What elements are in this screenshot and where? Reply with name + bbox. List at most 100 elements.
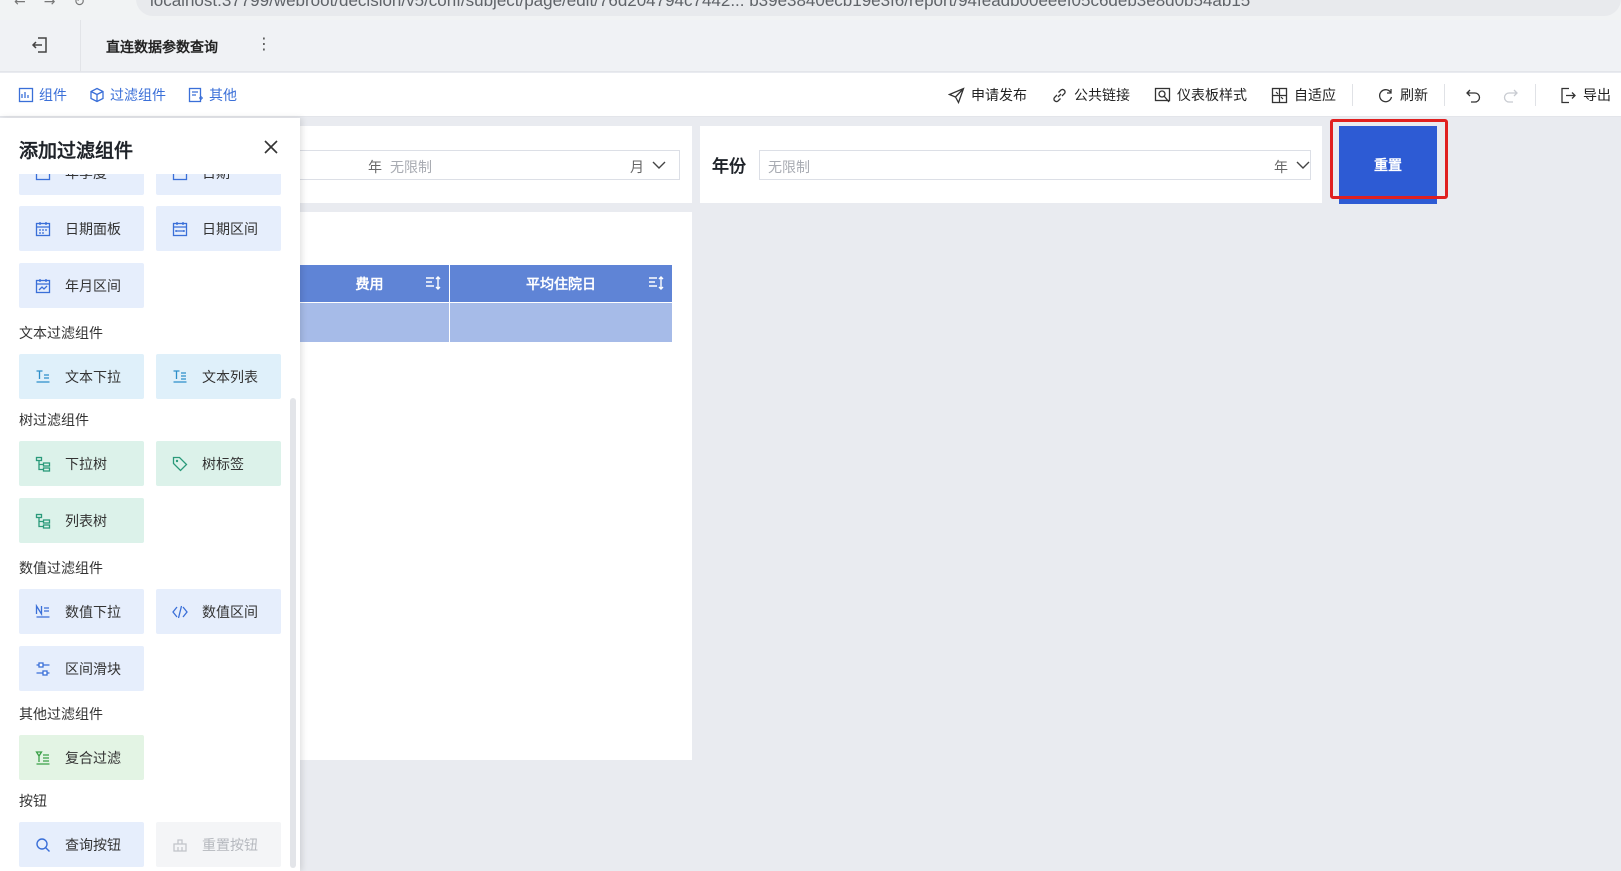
refresh-button[interactable]: 刷新: [1377, 85, 1428, 105]
dashboard-style-label: 仪表板样式: [1177, 88, 1247, 104]
refresh-label: 刷新: [1400, 88, 1428, 104]
year-input[interactable]: 无限制 年: [759, 150, 1311, 180]
close-icon[interactable]: [262, 138, 280, 156]
other-icon: [188, 87, 204, 103]
column-label: 平均住院日: [526, 276, 596, 293]
adaptive-button[interactable]: 自适应: [1271, 85, 1336, 105]
dashboard-style-icon: [1154, 87, 1171, 104]
chip-label: 列表树: [65, 513, 107, 530]
calendar-grid-icon: [35, 221, 51, 237]
chip-label: 文本列表: [202, 369, 258, 386]
text-list-icon: [172, 369, 188, 385]
toolbar-widget-button[interactable]: 组件: [18, 85, 67, 105]
publish-button[interactable]: 申请发布: [948, 85, 1027, 105]
tree-icon: [35, 513, 51, 529]
public-link-label: 公共链接: [1074, 88, 1130, 104]
composite-filter-icon: [35, 750, 51, 766]
exit-icon[interactable]: [30, 35, 50, 55]
sort-icon[interactable]: [425, 276, 441, 290]
page-title: 直连数据参数查询: [106, 40, 218, 56]
undo-icon: [1465, 87, 1482, 104]
year-filter-widget[interactable]: 年份 无限制 年: [700, 126, 1322, 203]
placeholder: 无限制: [390, 160, 432, 176]
section-buttons: 按钮: [19, 794, 47, 810]
chip-range-slider[interactable]: 区间滑块: [19, 646, 144, 691]
browser-url-strip: ←→↻ localhost:37799/webroot/decision/v5/…: [0, 0, 1621, 20]
calendar-icon: [35, 174, 51, 181]
chip-year-month-range[interactable]: 年月区间: [19, 263, 144, 308]
calendar-range-icon: [172, 221, 188, 237]
filter-label: 年份: [712, 157, 746, 177]
toolbar-divider: [1444, 84, 1445, 106]
section-other-filter: 其他过滤组件: [19, 707, 103, 723]
eraser-icon: [172, 837, 188, 853]
export-button[interactable]: 导出: [1560, 85, 1611, 105]
chip-label: 区间滑块: [65, 661, 121, 678]
chip-text-dropdown[interactable]: 文本下拉: [19, 354, 144, 399]
toolbar-other-button[interactable]: 其他: [188, 85, 237, 105]
year-month-input[interactable]: 年 无限制 月: [290, 150, 680, 180]
redo-icon: [1502, 87, 1519, 104]
chip-text-list[interactable]: 文本列表: [156, 354, 281, 399]
tag-icon: [172, 456, 188, 472]
link-icon: [1051, 87, 1068, 104]
toolbar-filter-button[interactable]: 过滤组件: [89, 85, 166, 105]
column-header-cost[interactable]: 费用: [290, 265, 450, 302]
toolbar-divider: [1352, 84, 1353, 106]
undo-button[interactable]: [1465, 87, 1482, 104]
placeholder: 无限制: [768, 160, 810, 176]
chip-date-panel[interactable]: 日期面板: [19, 206, 144, 251]
more-menu-icon[interactable]: ⋮: [256, 34, 272, 53]
toolbar-other-label: 其他: [209, 88, 237, 104]
highlight-box: [1330, 119, 1448, 199]
chip-dropdown-tree[interactable]: 下拉树: [19, 441, 144, 486]
chip-label: 年月区间: [65, 278, 121, 295]
adaptive-label: 自适应: [1294, 88, 1336, 104]
chip-tree-tag[interactable]: 树标签: [156, 441, 281, 486]
publish-label: 申请发布: [971, 88, 1027, 104]
section-tree-filter: 树过滤组件: [19, 413, 89, 429]
chip-year-quarter[interactable]: 年季度: [19, 174, 144, 195]
browser-nav-icons[interactable]: ←→↻: [14, 0, 103, 10]
chip-reset-button[interactable]: 重置按钮: [156, 822, 281, 867]
chip-label: 数值下拉: [65, 604, 121, 621]
chip-label: 日期: [202, 174, 230, 183]
section-number-filter: 数值过滤组件: [19, 561, 103, 577]
chip-label: 年季度: [65, 174, 107, 183]
unit-month: 月: [630, 160, 644, 176]
calendar-chart-icon: [35, 278, 51, 294]
chip-date[interactable]: 日期: [156, 174, 281, 195]
column-header-avg-stay[interactable]: 平均住院日: [450, 265, 672, 302]
chip-label: 数值区间: [202, 604, 258, 621]
sort-icon[interactable]: [648, 276, 664, 290]
table-row[interactable]: [290, 303, 672, 342]
calendar-icon: [172, 174, 188, 181]
chevron-down-icon[interactable]: [652, 160, 666, 170]
chip-date-range[interactable]: 日期区间: [156, 206, 281, 251]
table-widget[interactable]: 费用 平均住院日: [290, 212, 692, 760]
redo-button[interactable]: [1502, 87, 1519, 104]
dashboard-style-button[interactable]: 仪表板样式: [1154, 85, 1247, 105]
year-month-filter-widget[interactable]: 年 无限制 月: [290, 126, 692, 203]
code-icon: [172, 604, 188, 620]
add-filter-panel: 添加过滤组件 年季度 日期 日期面板 日期区间 年月区间 文本过滤组件 文本下: [0, 118, 300, 871]
address-url[interactable]: localhost:37799/webroot/decision/v5/conf…: [150, 0, 1250, 11]
chevron-down-icon[interactable]: [1296, 160, 1310, 170]
panel-body: 年季度 日期 日期面板 日期区间 年月区间 文本过滤组件 文本下拉 文本列表 树…: [0, 174, 290, 871]
chip-number-dropdown[interactable]: 数值下拉: [19, 589, 144, 634]
toolbar: 组件 过滤组件 其他 申请发布 公共链接 仪表板样式 自适应 刷新 导出: [0, 73, 1621, 117]
refresh-icon: [1377, 87, 1394, 104]
public-link-button[interactable]: 公共链接: [1051, 85, 1130, 105]
chip-composite-filter[interactable]: 复合过滤: [19, 735, 144, 780]
unit-year: 年: [368, 160, 382, 176]
export-icon: [1560, 87, 1577, 104]
header-divider: [80, 20, 81, 72]
app-header: 直连数据参数查询 ⋮: [0, 20, 1621, 72]
chip-query-button[interactable]: 查询按钮: [19, 822, 144, 867]
chip-label: 日期面板: [65, 221, 121, 238]
number-dropdown-icon: [35, 603, 51, 620]
chip-number-range[interactable]: 数值区间: [156, 589, 281, 634]
panel-scrollbar[interactable]: [290, 398, 296, 868]
chip-label: 下拉树: [65, 456, 107, 473]
chip-list-tree[interactable]: 列表树: [19, 498, 144, 543]
